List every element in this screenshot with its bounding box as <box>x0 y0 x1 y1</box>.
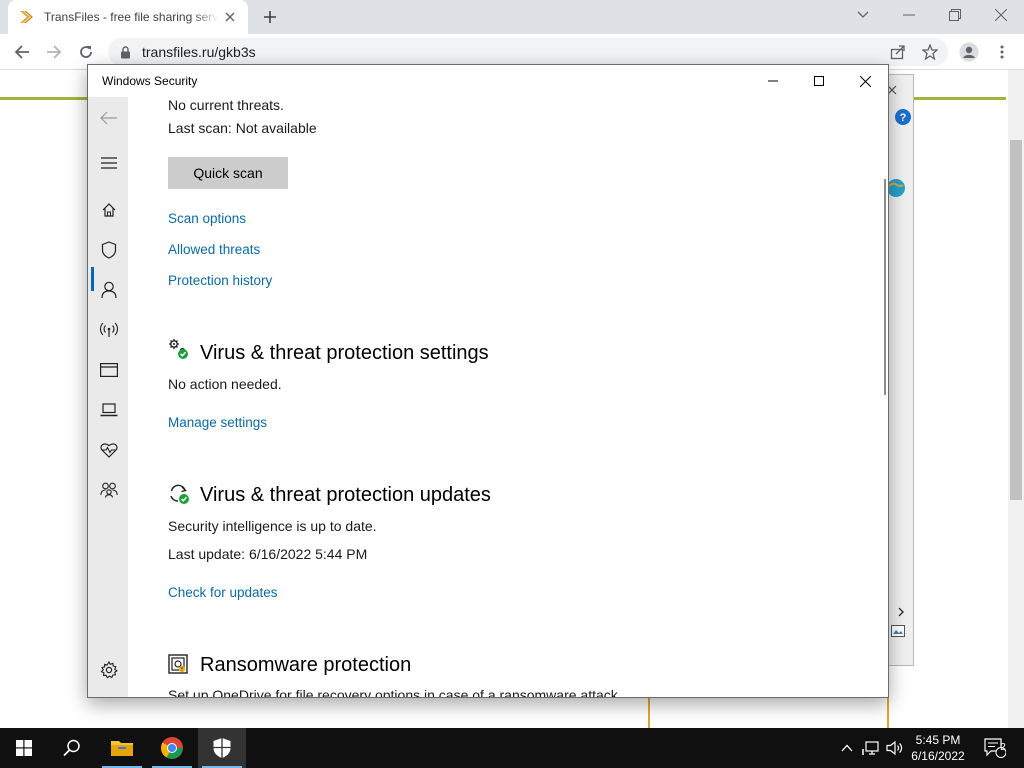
settings-status: No action needed. <box>168 376 282 392</box>
settings-gears-icon <box>168 338 190 360</box>
manage-settings-link[interactable]: Manage settings <box>168 415 267 430</box>
content-scrollbar-thumb[interactable] <box>884 179 886 395</box>
home-icon[interactable] <box>98 199 120 221</box>
tab-title: TransFiles - free file sharing service <box>44 10 219 24</box>
navigation-sidebar <box>88 97 128 697</box>
action-center-button[interactable]: 2 <box>980 728 1010 768</box>
chrome-menu-icon[interactable] <box>992 42 1012 62</box>
maximize-icon[interactable] <box>804 69 834 93</box>
image-icon <box>891 625 905 640</box>
tab-search-icon[interactable] <box>853 5 873 25</box>
show-hidden-icons[interactable] <box>838 728 856 768</box>
check-for-updates-link[interactable]: Check for updates <box>168 585 278 600</box>
folder-icon <box>111 741 133 756</box>
browser-restore-icon[interactable] <box>945 5 965 25</box>
transfiles-favicon-icon <box>18 9 34 25</box>
address-bar[interactable]: transfiles.ru/gkb3s <box>108 38 948 66</box>
url-text: transfiles.ru/gkb3s <box>142 44 256 60</box>
ransomware-section-title: Ransomware protection <box>200 654 412 676</box>
firewall-icon[interactable] <box>98 319 120 341</box>
start-button[interactable] <box>0 728 48 768</box>
health-icon[interactable] <box>98 439 120 461</box>
chrome-icon <box>161 737 183 759</box>
lock-icon[interactable] <box>120 45 132 59</box>
page-decoration <box>887 697 889 728</box>
windows-logo-icon <box>16 740 32 756</box>
close-icon[interactable] <box>850 69 880 93</box>
active-indicator <box>91 267 94 291</box>
bookmark-star-icon[interactable] <box>920 42 940 62</box>
profile-avatar-icon[interactable] <box>959 42 979 62</box>
updates-refresh-icon <box>168 483 190 505</box>
threat-status: No current threats. <box>168 97 284 113</box>
ransomware-icon <box>168 654 190 676</box>
browser-close-icon[interactable] <box>991 5 1011 25</box>
last-scan-text: Last scan: Not available <box>168 120 317 136</box>
chevron-up-icon <box>841 744 853 752</box>
account-icon[interactable] <box>98 279 120 301</box>
network-icon <box>862 741 879 755</box>
app-browser-icon[interactable] <box>98 359 120 381</box>
search-button[interactable] <box>48 728 96 768</box>
updates-section-title: Virus & threat protection updates <box>200 484 491 506</box>
main-content: No current threats. Last scan: Not avail… <box>128 97 884 697</box>
forward-arrow-icon[interactable] <box>44 42 64 62</box>
reload-icon[interactable] <box>76 42 96 62</box>
taskbar-chrome[interactable] <box>148 728 196 768</box>
scan-options-link[interactable]: Scan options <box>168 211 246 226</box>
ransomware-description: Set up OneDrive for file recovery option… <box>168 687 622 697</box>
quick-scan-button[interactable]: Quick scan <box>168 157 288 189</box>
new-tab-icon[interactable] <box>260 7 280 27</box>
settings-icon[interactable] <box>98 659 120 681</box>
clock-time: 5:45 PM <box>915 733 961 747</box>
shield-icon[interactable] <box>98 239 120 261</box>
updates-status: Security intelligence is up to date. <box>168 518 377 534</box>
taskbar-windows-security[interactable] <box>198 728 246 768</box>
network-tray[interactable] <box>860 728 882 768</box>
last-update-text: Last update: 6/16/2022 5:44 PM <box>168 546 368 562</box>
page-scrollbar-thumb[interactable] <box>1010 140 1022 500</box>
windows-security-shield-icon <box>213 738 231 758</box>
browser-tab[interactable]: TransFiles - free file sharing service <box>8 0 248 34</box>
window-title: Windows Security <box>102 74 198 88</box>
allowed-threats-link[interactable]: Allowed threats <box>168 242 260 257</box>
taskbar-file-explorer[interactable] <box>98 728 146 768</box>
window-titlebar[interactable]: Windows Security <box>88 65 888 97</box>
notification-count: 2 <box>1000 742 1006 753</box>
scroll-right-icon[interactable] <box>897 605 905 620</box>
tab-close-icon[interactable] <box>222 9 238 25</box>
device-security-icon[interactable] <box>98 399 120 421</box>
settings-section-title: Virus & threat protection settings <box>200 342 489 364</box>
windows-security-window: Windows Security No current threats. Las… <box>87 64 889 698</box>
family-icon[interactable] <box>98 479 120 501</box>
back-icon[interactable] <box>98 107 120 129</box>
help-icon[interactable]: ? <box>895 109 911 128</box>
browser-tabstrip: TransFiles - free file sharing service <box>0 0 1024 34</box>
share-icon[interactable] <box>888 42 908 62</box>
search-icon <box>63 739 80 757</box>
back-arrow-icon[interactable] <box>12 42 32 62</box>
svg-text:?: ? <box>900 112 907 124</box>
taskbar: 5:45 PM 6/16/2022 2 <box>0 728 1024 768</box>
menu-icon[interactable] <box>98 152 120 174</box>
minimize-icon[interactable] <box>758 69 788 93</box>
protection-history-link[interactable]: Protection history <box>168 273 272 288</box>
browser-minimize-icon[interactable] <box>899 5 919 25</box>
clock-date: 6/16/2022 <box>911 749 965 763</box>
taskbar-clock[interactable]: 5:45 PM 6/16/2022 <box>902 732 974 764</box>
page-decoration <box>648 697 650 728</box>
